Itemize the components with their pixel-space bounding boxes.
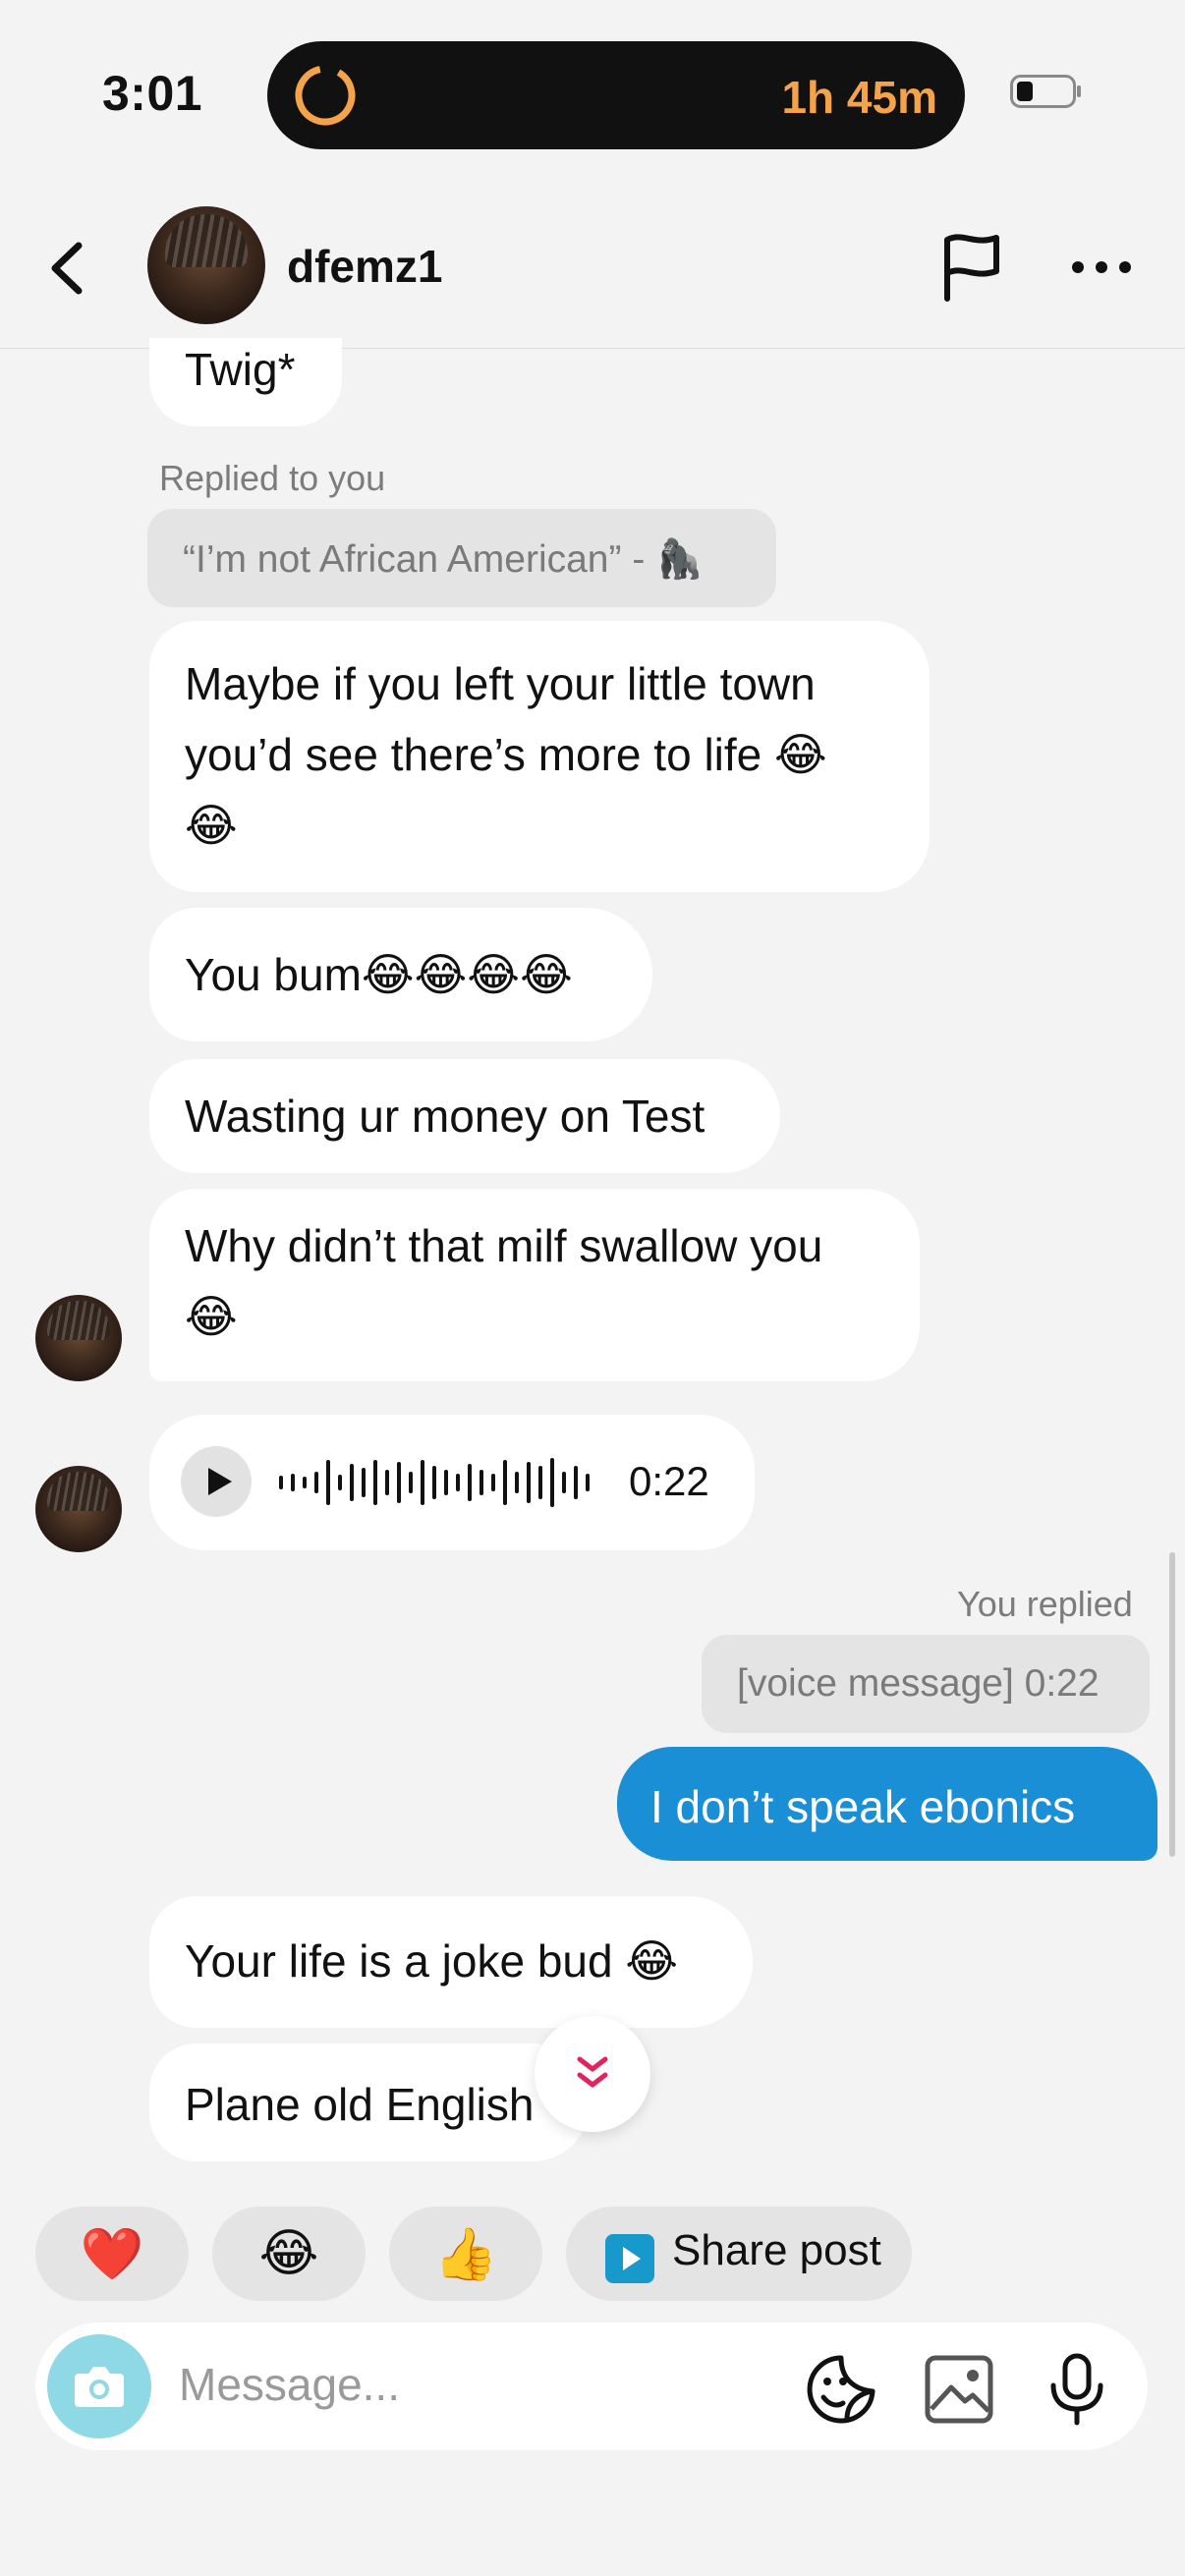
quick-reaction-heart[interactable]: ❤️ bbox=[35, 2207, 189, 2301]
avatar[interactable] bbox=[35, 1466, 122, 1552]
scrollbar[interactable] bbox=[1169, 1552, 1175, 1857]
microphone-icon[interactable] bbox=[1040, 2352, 1114, 2427]
share-post-button[interactable]: Share post bbox=[566, 2207, 912, 2301]
you-replied-label: You replied bbox=[957, 1584, 1133, 1624]
more-options-icon[interactable] bbox=[1071, 259, 1132, 275]
username[interactable]: dfemz1 bbox=[287, 240, 442, 293]
quoted-message[interactable]: [voice message] 0:22 bbox=[702, 1635, 1150, 1733]
status-time: 3:01 bbox=[102, 66, 203, 121]
message-bubble-twig[interactable]: Twig* bbox=[149, 338, 342, 426]
avatar[interactable] bbox=[147, 206, 265, 324]
sticker-icon[interactable] bbox=[804, 2352, 878, 2427]
message-bubble[interactable]: Maybe if you left your little town you’d… bbox=[149, 621, 930, 892]
quick-reaction-laugh[interactable]: 😂 bbox=[212, 2207, 366, 2301]
timer-text: 1h 45m bbox=[781, 72, 937, 123]
message-bubble[interactable]: Your life is a joke bud 😂 bbox=[149, 1896, 753, 2028]
dynamic-island: 1h 45m bbox=[267, 41, 965, 149]
laughing-emoji: 😂 bbox=[258, 2224, 319, 2283]
message-text-line: Why didn’t that milf swallow you bbox=[185, 1220, 823, 1271]
chat-header: dfemz1 bbox=[0, 196, 1185, 349]
image-icon[interactable] bbox=[922, 2352, 996, 2427]
message-text: I don’t speak ebonics bbox=[650, 1781, 1076, 1832]
play-square-icon bbox=[605, 2234, 654, 2283]
heart-emoji: ❤️ bbox=[80, 2225, 144, 2284]
battery-icon bbox=[1010, 75, 1081, 108]
laughing-emoji: 😂😂😂😂 bbox=[361, 948, 573, 1001]
message-text-line: Maybe if you left your little town bbox=[185, 658, 816, 709]
message-bubble[interactable]: Why didn’t that milf swallow you 😂 bbox=[149, 1189, 920, 1381]
share-post-label: Share post bbox=[672, 2226, 881, 2274]
message-composer bbox=[35, 2323, 1148, 2450]
back-arrow-icon[interactable] bbox=[37, 234, 96, 303]
laughing-emoji: 😂 bbox=[185, 799, 238, 852]
quoted-text: “I’m not African American” - bbox=[183, 538, 656, 581]
sent-message-bubble[interactable]: I don’t speak ebonics bbox=[617, 1747, 1157, 1861]
voice-duration: 0:22 bbox=[629, 1458, 709, 1504]
quoted-message[interactable]: “I’m not African American” - 🦍 bbox=[147, 509, 776, 607]
message-bubble[interactable]: Plane old English bbox=[149, 2044, 590, 2161]
play-button[interactable] bbox=[181, 1446, 252, 1517]
replied-label: Replied to you bbox=[159, 458, 386, 498]
play-icon bbox=[208, 1468, 232, 1495]
laughing-emoji: 😂 bbox=[185, 1290, 238, 1343]
voice-message[interactable]: 0:22 bbox=[149, 1415, 755, 1550]
waveform-icon bbox=[279, 1458, 590, 1507]
gorilla-emoji: 🦍 bbox=[655, 537, 704, 582]
laughing-emoji: 😂 bbox=[774, 728, 827, 781]
message-bubble[interactable]: You bum😂😂😂😂 bbox=[149, 908, 652, 1041]
message-text: Wasting ur money on Test bbox=[185, 1091, 705, 1142]
thumbs-up-emoji: 👍 bbox=[433, 2225, 498, 2284]
message-text: Twig* bbox=[185, 344, 296, 395]
avatar[interactable] bbox=[35, 1295, 122, 1381]
double-chevron-down-icon bbox=[577, 2056, 608, 2088]
message-bubble[interactable]: Wasting ur money on Test bbox=[149, 1059, 780, 1173]
quick-reaction-thumbs-up[interactable]: 👍 bbox=[389, 2207, 542, 2301]
laughing-emoji: 😂 bbox=[625, 1934, 679, 1988]
message-text: You bum bbox=[185, 949, 362, 1000]
scroll-to-bottom-button[interactable] bbox=[535, 2016, 650, 2132]
quoted-text: [voice message] 0:22 bbox=[737, 1662, 1100, 1705]
message-text: Plane old English bbox=[185, 2079, 535, 2130]
flag-icon[interactable] bbox=[939, 232, 1004, 303]
timer-ring-icon bbox=[295, 65, 356, 126]
message-text: Your life is a joke bud bbox=[185, 1935, 626, 1987]
message-input[interactable] bbox=[179, 2358, 768, 2411]
camera-button[interactable] bbox=[47, 2334, 151, 2438]
camera-icon bbox=[75, 2367, 124, 2407]
message-text-line: you’d see there’s more to life bbox=[185, 729, 775, 780]
